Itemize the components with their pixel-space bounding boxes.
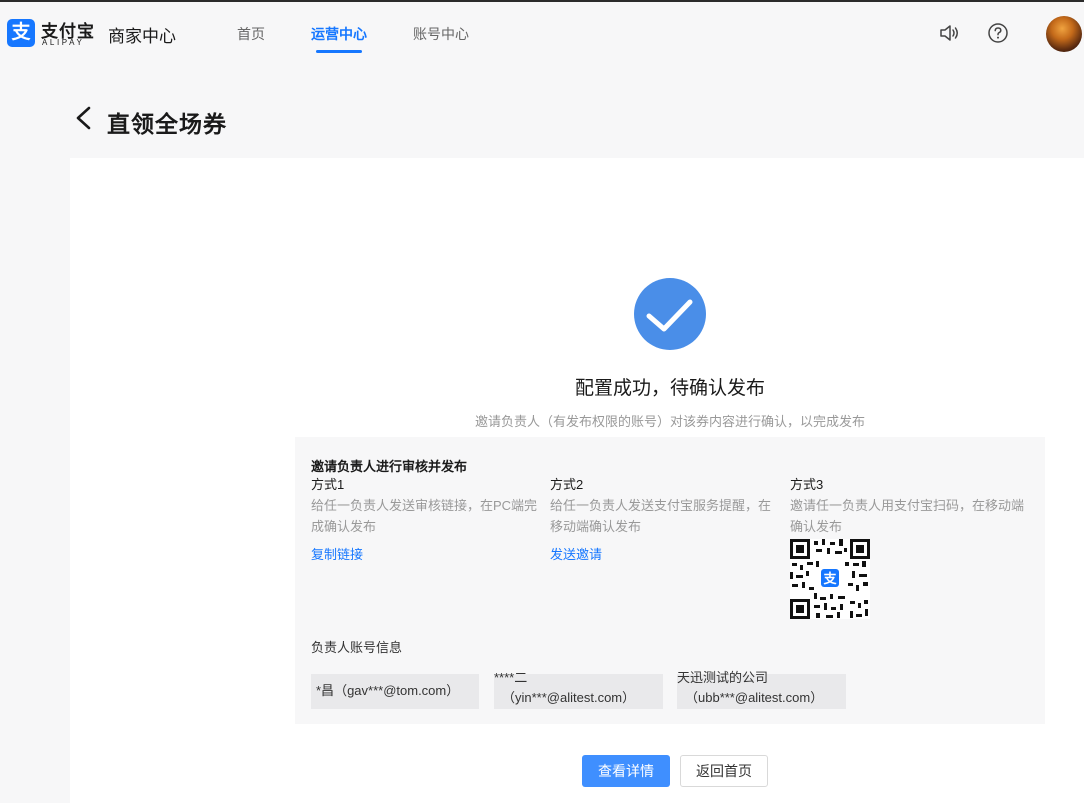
accounts-title: 负责人账号信息 xyxy=(311,640,403,655)
qr-center-logo: 支 xyxy=(822,571,837,587)
account-name: 天迅测试的公司 xyxy=(677,670,769,685)
send-invite-button[interactable]: 发送邀请 xyxy=(550,544,602,563)
method-2: 方式2 给任一负责人发送支付宝服务提醒，在移动端确认发布 xyxy=(550,475,772,537)
method-1: 方式1 给任一负责人发送审核链接，在PC端完成确认发布 xyxy=(311,475,543,537)
nav-account-center[interactable]: 账号中心 xyxy=(413,24,469,44)
back-home-button[interactable]: 返回首页 xyxy=(680,755,768,787)
account-email: （ubb***@alitest.com） xyxy=(685,690,824,705)
nav-operations-center[interactable]: 运营中心 xyxy=(311,24,367,44)
avatar[interactable] xyxy=(1046,16,1082,52)
alipay-logo-en: ALIPAY xyxy=(42,38,85,47)
method-2-name: 方式2 xyxy=(550,477,584,492)
account-name: *昌 xyxy=(316,683,335,698)
account-email: （gav***@tom.com） xyxy=(334,683,460,698)
method-3-desc: 邀请任一负责人用支付宝扫码，在移动端确认发布 xyxy=(790,498,1025,534)
account-item[interactable]: 天迅测试的公司 （ubb***@alitest.com） xyxy=(677,670,846,709)
merchant-center-title[interactable]: 商家中心 xyxy=(108,22,176,47)
view-details-button[interactable]: 查看详情 xyxy=(582,755,670,787)
method-3: 方式3 邀请任一负责人用支付宝扫码，在移动端确认发布 xyxy=(790,475,1025,537)
success-check-icon xyxy=(634,278,706,350)
account-item[interactable]: *昌（gav***@tom.com） xyxy=(311,674,479,709)
method-2-desc: 给任一负责人发送支付宝服务提醒，在移动端确认发布 xyxy=(550,498,772,534)
account-name: ****二 xyxy=(494,670,528,685)
method-1-name: 方式1 xyxy=(311,477,345,492)
top-bar: 支 支付宝 ALIPAY 商家中心 首页 运营中心 账号中心 xyxy=(0,0,1084,62)
invite-panel: 邀请负责人进行审核并发布 方式1 给任一负责人发送审核链接，在PC端完成确认发布… xyxy=(295,437,1045,724)
result-subtitle: 邀请负责人（有发布权限的账号）对该券内容进行确认，以完成发布 xyxy=(474,414,865,429)
copy-link-button[interactable]: 复制链接 xyxy=(311,544,363,563)
account-email: （yin***@alitest.com） xyxy=(502,690,636,705)
help-icon[interactable] xyxy=(987,22,1009,44)
qr-code: 支 xyxy=(790,539,870,619)
method-1-desc: 给任一负责人发送审核链接，在PC端完成确认发布 xyxy=(311,498,538,534)
nav-home[interactable]: 首页 xyxy=(237,24,265,44)
page-title: 直领全场券 xyxy=(107,111,227,137)
invite-title: 邀请负责人进行审核并发布 xyxy=(311,459,468,474)
alipay-logo-icon[interactable]: 支 xyxy=(7,19,35,47)
nav-active-indicator xyxy=(316,50,362,53)
speaker-icon[interactable] xyxy=(938,22,960,44)
result-title: 配置成功，待确认发布 xyxy=(574,378,765,399)
account-item[interactable]: ****二 （yin***@alitest.com） xyxy=(494,670,663,709)
back-arrow-icon[interactable] xyxy=(72,104,94,132)
method-3-name: 方式3 xyxy=(790,477,824,492)
